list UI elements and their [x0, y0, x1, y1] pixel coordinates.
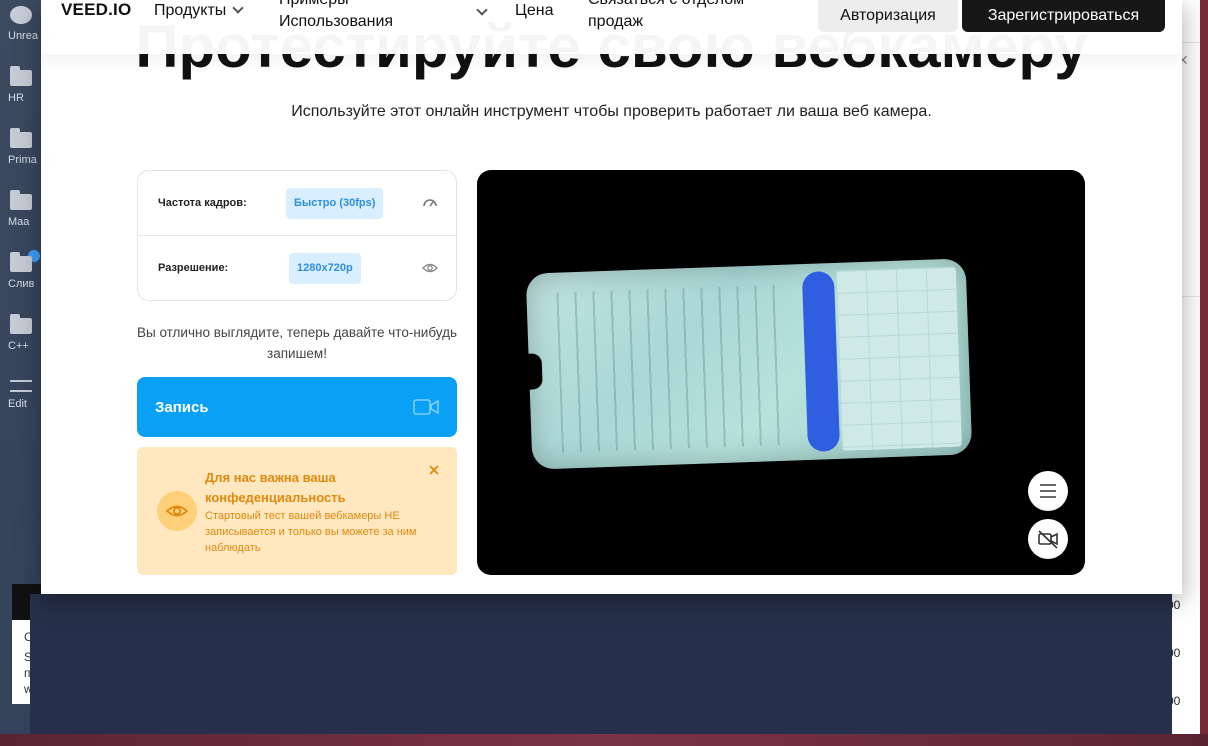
privacy-text: Стартовый тест вашей вебкамеры НЕ записы… — [205, 510, 417, 554]
status-message: Вы отлично выглядите, теперь давайте что… — [137, 325, 457, 361]
webcam-preview — [477, 170, 1085, 575]
framerate-row: Частота кадров: Быстро (30fps) — [138, 171, 456, 236]
page-subtitle: Используйте этот онлайн инструмент чтобы… — [291, 103, 932, 120]
rail-item-prima[interactable]: Prima — [0, 128, 42, 166]
background-navy-panel — [30, 594, 1172, 734]
resolution-label: Разрешение: — [158, 262, 229, 274]
framerate-value[interactable]: Быстро (30fps) — [286, 188, 384, 219]
veed-logo[interactable]: VEED.IO — [61, 0, 131, 20]
camera-settings-card: Частота кадров: Быстро (30fps) Разрешени… — [137, 170, 457, 301]
nav-price[interactable]: Цена — [515, 0, 553, 22]
folder-icon — [10, 252, 32, 272]
resolution-row: Разрешение: 1280x720p — [138, 236, 456, 301]
video-off-icon — [1038, 530, 1058, 549]
menu-button[interactable] — [1028, 471, 1068, 511]
rail-item-maa[interactable]: Maa — [0, 190, 42, 228]
eye-icon — [165, 505, 189, 517]
close-icon — [429, 465, 439, 475]
privacy-close-button[interactable] — [427, 463, 441, 477]
folder-icon — [10, 314, 32, 334]
rail-item-hr[interactable]: HR — [0, 66, 42, 104]
nav-examples[interactable]: Примеры Использования — [279, 0, 419, 33]
privacy-eye-badge — [157, 491, 197, 531]
webcam-test-page: VEED.IO Продукты Примеры Использования Ц… — [41, 0, 1182, 594]
rail-item-cpp[interactable]: C++ — [0, 314, 42, 352]
taskbar-strip — [0, 734, 1208, 746]
sliders-icon — [10, 380, 32, 392]
rail-item-sliv[interactable]: Слив — [0, 250, 42, 290]
rail-item-unread[interactable]: Unrea — [0, 6, 42, 42]
nav-products[interactable]: Продукты — [154, 0, 244, 22]
folder-icon — [10, 128, 32, 148]
folder-icon — [10, 66, 32, 86]
resolution-value[interactable]: 1280x720p — [289, 253, 361, 284]
speedometer-icon — [423, 199, 437, 207]
chevron-down-icon — [232, 2, 244, 14]
camera-off-button[interactable] — [1028, 519, 1068, 559]
privacy-title: Для нас важна ваша конфеденциальность — [205, 470, 346, 505]
window-edge — [1200, 0, 1208, 746]
chat-icon — [10, 6, 32, 24]
record-button[interactable]: Запись — [137, 377, 457, 437]
signup-button[interactable]: Зарегистрироваться — [962, 0, 1165, 32]
webcam-feed-image — [525, 258, 973, 470]
eye-icon — [422, 263, 438, 273]
folder-icon — [10, 190, 32, 210]
hamburger-menu-icon — [1040, 484, 1056, 498]
video-camera-icon — [413, 399, 439, 415]
rail-item-edit[interactable]: Edit — [0, 380, 42, 410]
nav-contact-sales[interactable]: Связаться с отделом продаж — [588, 0, 768, 33]
framerate-label: Частота кадров: — [158, 197, 247, 209]
login-button[interactable]: Авторизация — [818, 0, 958, 32]
chevron-down-icon[interactable] — [476, 4, 488, 16]
top-navigation: VEED.IO Продукты Примеры Использования Ц… — [41, 0, 1182, 54]
privacy-notice: Для нас важна ваша конфеденциальность Ст… — [137, 447, 457, 575]
